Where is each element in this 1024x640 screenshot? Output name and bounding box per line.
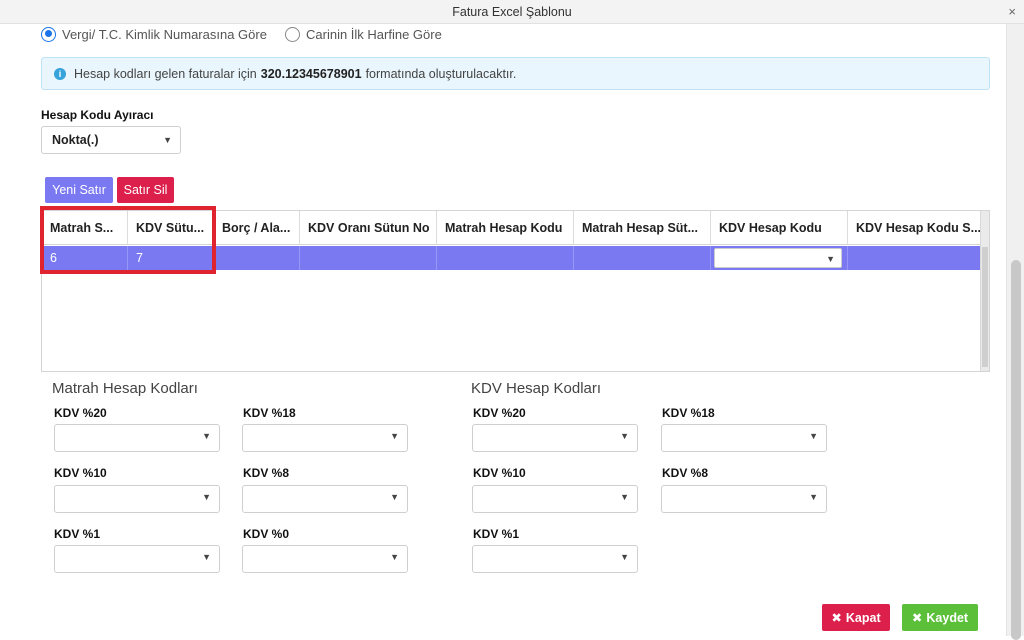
chevron-down-icon: ▼ — [390, 552, 399, 562]
matrah-kdv20-select[interactable]: ▼ — [54, 424, 220, 452]
chevron-down-icon: ▼ — [390, 492, 399, 502]
chevron-down-icon: ▼ — [390, 431, 399, 441]
grid-header-cell[interactable]: KDV Oranı Sütun No — [300, 211, 437, 245]
grid-cell[interactable] — [848, 246, 983, 270]
kdv-section-title: KDV Hesap Kodları — [471, 380, 602, 397]
chevron-down-icon: ▼ — [620, 552, 629, 562]
chevron-down-icon: ▼ — [809, 492, 818, 502]
info-alert: i Hesap kodları gelen faturalar için 320… — [41, 57, 990, 90]
chevron-down-icon: ▼ — [202, 552, 211, 562]
separator-select[interactable]: Nokta(.) ▼ — [41, 126, 181, 154]
matrah-kdv10-label: KDV %10 — [54, 466, 107, 480]
kdv-kdv18-label: KDV %18 — [662, 406, 715, 420]
grid-header-cell[interactable]: KDV Hesap Kodu S... — [848, 211, 983, 245]
radio-vergi[interactable]: Vergi/ T.C. Kimlik Numarasına Göre — [41, 25, 267, 43]
info-icon: i — [54, 67, 66, 80]
matrah-kdv0-select[interactable]: ▼ — [242, 545, 408, 573]
kdv-hesap-kodu-select[interactable]: ▼ — [714, 248, 842, 268]
close-button[interactable]: ✖ Kapat — [822, 604, 890, 631]
kdv-kdv20-label: KDV %20 — [473, 406, 526, 420]
kdv-kdv1-select[interactable]: ▼ — [472, 545, 638, 573]
kdv-kdv8-label: KDV %8 — [662, 466, 709, 480]
kdv-kdv18-select[interactable]: ▼ — [661, 424, 827, 452]
page-scrollbar-thumb[interactable] — [1011, 260, 1021, 640]
grid-cell[interactable] — [300, 246, 437, 270]
matrah-kdv8-select[interactable]: ▼ — [242, 485, 408, 513]
kdv-kdv10-label: KDV %10 — [473, 466, 526, 480]
matrah-kdv1-select[interactable]: ▼ — [54, 545, 220, 573]
close-icon[interactable]: × — [1008, 0, 1016, 24]
kdv-kdv10-select[interactable]: ▼ — [472, 485, 638, 513]
chevron-down-icon: ▼ — [809, 431, 818, 441]
info-text-before: Hesap kodları gelen faturalar için — [74, 66, 257, 81]
close-x-icon: ✖ — [831, 611, 842, 625]
separator-value: Nokta(.) — [52, 133, 99, 147]
kdv-kdv20-select[interactable]: ▼ — [472, 424, 638, 452]
matrah-kdv20-label: KDV %20 — [54, 406, 107, 420]
kdv-kdv1-label: KDV %1 — [473, 527, 520, 541]
save-x-icon: ✖ — [911, 611, 923, 625]
page-scrollbar[interactable] — [1006, 24, 1024, 640]
new-row-button[interactable]: Yeni Satır — [45, 177, 113, 203]
radio-vergi-label: Vergi/ T.C. Kimlik Numarasına Göre — [62, 26, 267, 42]
matrah-kdv10-select[interactable]: ▼ — [54, 485, 220, 513]
chevron-down-icon: ▼ — [826, 254, 835, 264]
grid-header-cell[interactable]: KDV Hesap Kodu — [711, 211, 848, 245]
radio-carinin[interactable]: Carinin İlk Harfine Göre — [285, 25, 442, 43]
matrah-kdv18-select[interactable]: ▼ — [242, 424, 408, 452]
grid-cell[interactable] — [574, 246, 711, 270]
chevron-down-icon: ▼ — [620, 492, 629, 502]
grid-cell[interactable] — [437, 246, 574, 270]
grid-header-cell[interactable]: Matrah Hesap Süt... — [574, 211, 711, 245]
save-button-label: Kaydet — [926, 610, 969, 625]
highlight-box — [40, 206, 216, 274]
chevron-down-icon: ▼ — [620, 431, 629, 441]
grid-cell-kdv-hesap-kodu[interactable]: ▼ — [711, 246, 848, 270]
save-button[interactable]: ✖ Kaydet — [902, 604, 978, 631]
delete-row-button[interactable]: Satır Sil — [117, 177, 174, 203]
window-titlebar: Fatura Excel Şablonu × — [0, 0, 1024, 24]
separator-label: Hesap Kodu Ayıracı — [41, 108, 154, 122]
chevron-down-icon: ▼ — [202, 492, 211, 502]
window-title: Fatura Excel Şablonu — [452, 5, 572, 19]
matrah-kdv8-label: KDV %8 — [243, 466, 290, 480]
grid-header-cell[interactable]: Borç / Ala... — [214, 211, 300, 245]
matrah-kdv0-label: KDV %0 — [243, 527, 290, 541]
matrah-kdv18-label: KDV %18 — [243, 406, 296, 420]
matrah-kdv1-label: KDV %1 — [54, 527, 101, 541]
grid-cell[interactable] — [214, 246, 300, 270]
info-text-after: formatında oluşturulacaktır. — [365, 66, 517, 81]
grid-header-cell[interactable]: Matrah Hesap Kodu — [437, 211, 574, 245]
close-button-label: Kapat — [845, 610, 881, 625]
kdv-kdv8-select[interactable]: ▼ — [661, 485, 827, 513]
chevron-down-icon: ▼ — [163, 135, 172, 145]
chevron-down-icon: ▼ — [202, 431, 211, 441]
grid-scrollbar[interactable] — [980, 211, 989, 371]
info-code: 320.12345678901 — [260, 66, 362, 81]
radio-checked-icon[interactable] — [41, 26, 56, 42]
matrah-section-title: Matrah Hesap Kodları — [52, 380, 198, 397]
grid-scrollbar-thumb[interactable] — [982, 247, 988, 367]
radio-unchecked-icon[interactable] — [285, 26, 300, 42]
radio-carinin-label: Carinin İlk Harfine Göre — [306, 26, 442, 42]
